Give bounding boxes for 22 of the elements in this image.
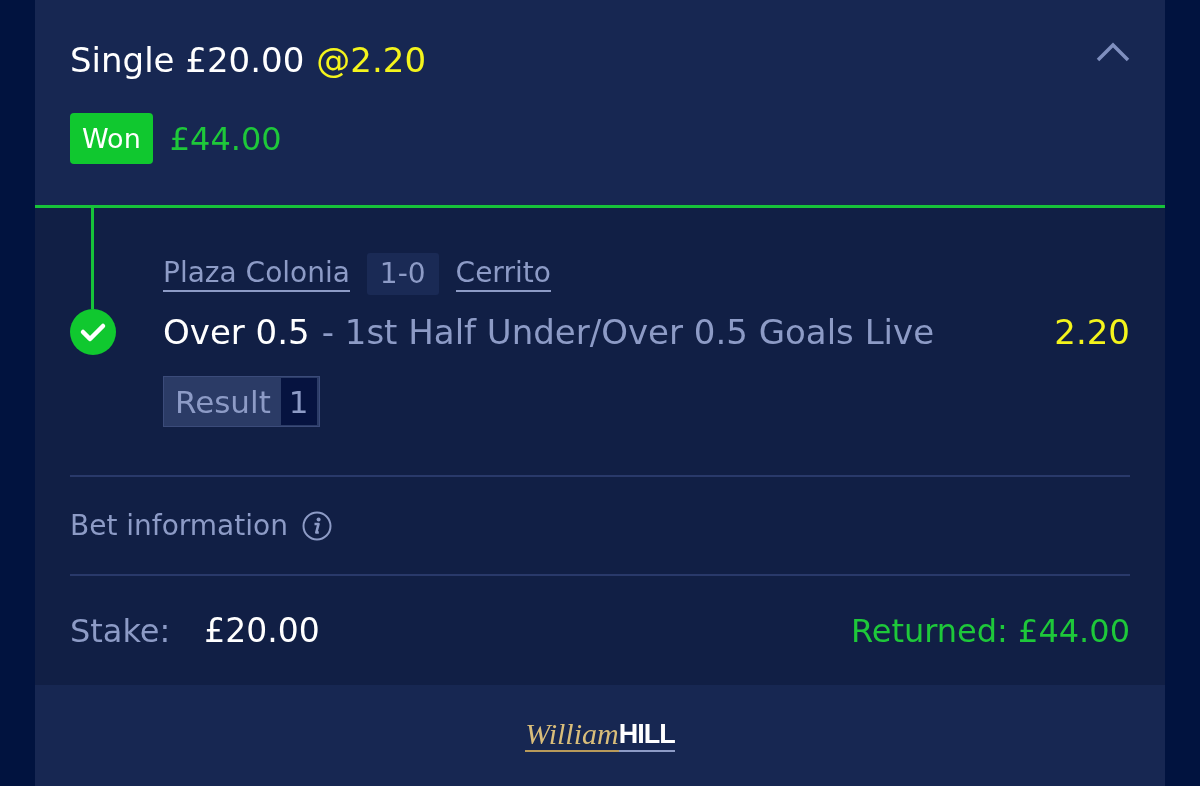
selection-odds: 2.20 <box>1054 312 1130 352</box>
home-team-link[interactable]: Plaza Colonia <box>163 256 350 292</box>
winnings-amount: £44.00 <box>169 119 282 158</box>
logo-script-word: William <box>525 717 619 752</box>
match-score: 1-0 <box>366 253 439 295</box>
stake-label: Stake: <box>70 611 171 650</box>
selection-pick: Over 0.5 <box>163 312 310 352</box>
bet-title: Single £20.00 <box>70 40 305 80</box>
logo-bold-word: HILL <box>618 717 675 752</box>
returned-amount: Returned: £44.00 <box>850 611 1130 650</box>
chevron-up-icon <box>1096 42 1130 62</box>
info-button[interactable] <box>301 510 332 541</box>
info-icon <box>301 510 332 541</box>
bet-information-label: Bet information <box>70 509 288 542</box>
result-value: 1 <box>280 378 317 425</box>
collapse-toggle[interactable] <box>1096 42 1130 62</box>
stake-amount: £20.00 <box>204 611 320 650</box>
market-name: - 1st Half Under/Over 0.5 Goals Live <box>321 312 935 352</box>
away-team-link[interactable]: Cerrito <box>455 256 551 292</box>
bet-odds: @2.20 <box>316 40 426 80</box>
status-badge: Won <box>70 113 153 164</box>
result-label: Result <box>175 383 271 420</box>
